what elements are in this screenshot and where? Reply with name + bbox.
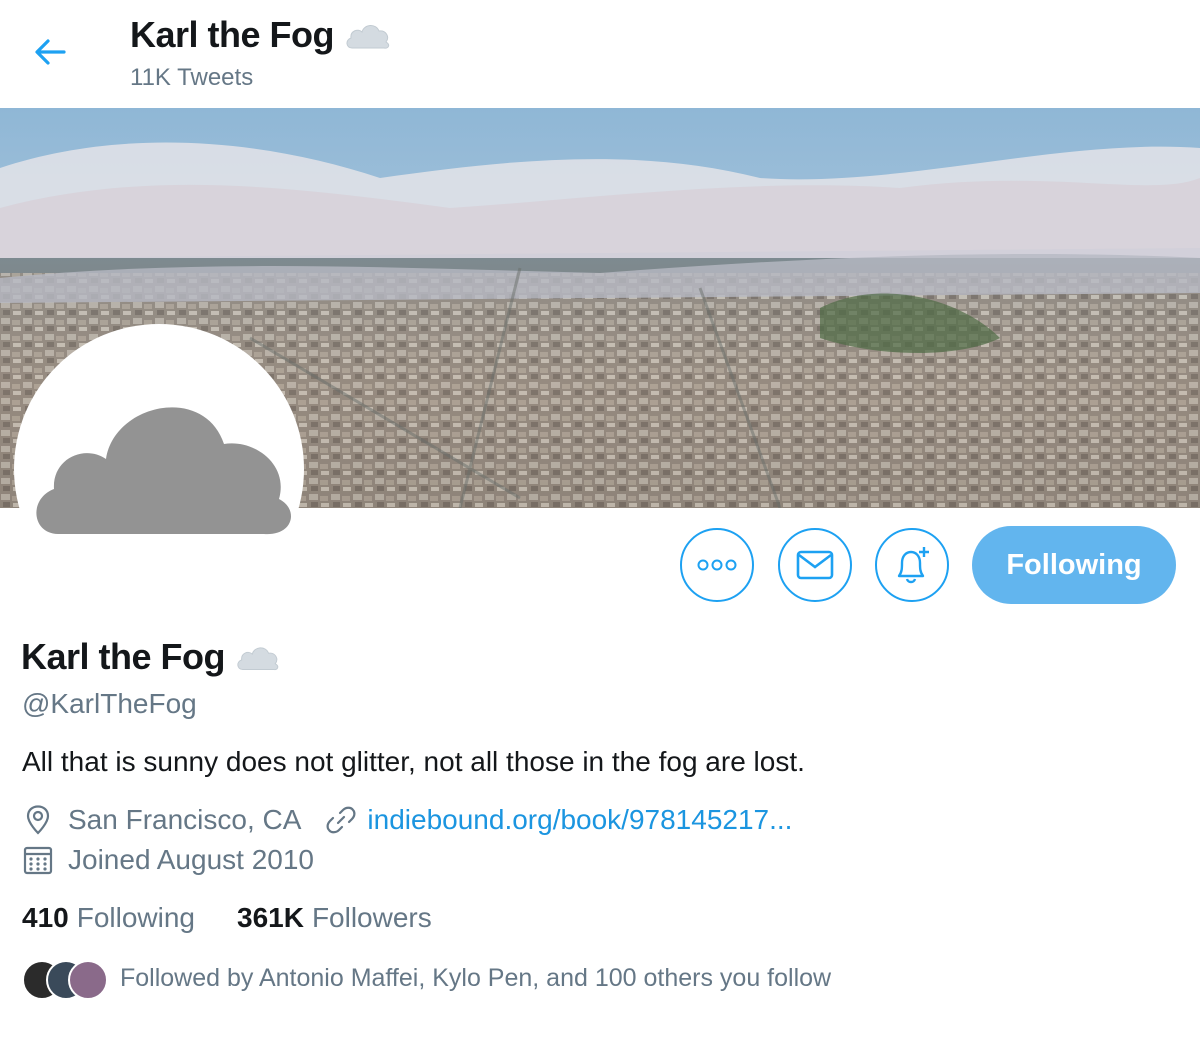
tweet-count: 11K Tweets — [130, 64, 254, 91]
following-button[interactable]: Following — [972, 526, 1176, 604]
header-title: Karl the Fog — [130, 14, 335, 55]
link-icon — [326, 806, 356, 834]
followers-count: 361K — [237, 902, 304, 933]
notifications-button[interactable] — [875, 528, 949, 602]
profile-website-link[interactable]: indiebound.org/book/978145217... — [367, 804, 792, 836]
followers-label: Followers — [311, 902, 432, 933]
envelope-icon — [796, 550, 834, 580]
location-pin-icon — [26, 805, 50, 835]
cloud-emoji-icon — [346, 25, 390, 49]
cloud-emoji-icon — [237, 647, 279, 671]
profile-location: San Francisco, CA — [68, 804, 302, 835]
profile-handle: @KarlTheFog — [22, 688, 197, 719]
following-stat-link[interactable]: 410 Following — [22, 902, 195, 934]
back-button[interactable] — [30, 32, 70, 72]
following-label: Following — [76, 902, 195, 933]
profile-name: Karl the Fog — [21, 636, 226, 677]
profile-joined-date: Joined August 2010 — [68, 844, 314, 875]
message-button[interactable] — [778, 528, 852, 602]
followed-by-row[interactable]: Followed by Antonio Maffei, Kylo Pen, an… — [22, 958, 832, 1000]
profile-bio: All that is sunny does not glitter, not … — [22, 746, 805, 777]
profile-stats: 410 Following 361K Followers — [22, 902, 474, 934]
followed-by-text: Followed by Antonio Maffei, Kylo Pen, an… — [120, 963, 832, 992]
profile-actions: Following — [0, 526, 1200, 606]
more-button[interactable] — [680, 528, 754, 602]
profile-meta-joined: Joined August 2010 — [22, 844, 314, 876]
arrow-left-icon — [35, 39, 66, 65]
followed-by-avatars — [22, 958, 108, 1000]
more-dots-icon — [697, 559, 737, 571]
profile-meta-location: San Francisco, CA indiebound.org/book/97… — [22, 804, 792, 836]
profile-header: Karl the Fog 11K Tweets — [0, 0, 1200, 108]
following-count: 410 — [22, 902, 69, 933]
bell-plus-icon — [897, 547, 929, 584]
followers-stat-link[interactable]: 361K Followers — [237, 902, 432, 934]
calendar-icon — [23, 846, 53, 875]
follower-avatar — [68, 960, 108, 1000]
